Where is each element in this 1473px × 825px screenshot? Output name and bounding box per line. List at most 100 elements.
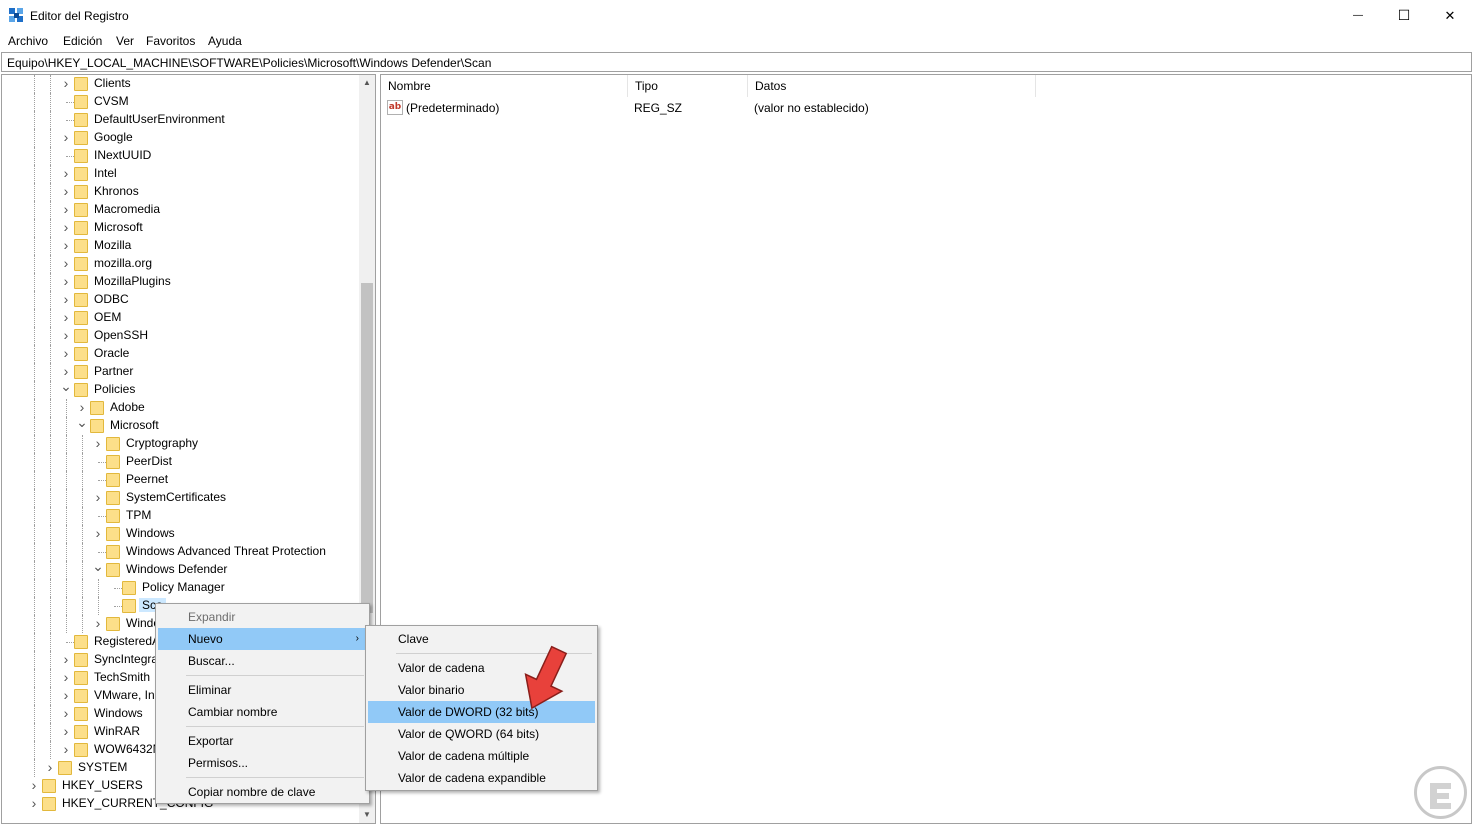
tree-item[interactable]: › Google: [2, 129, 360, 147]
chevron-right-icon[interactable]: ›: [92, 616, 104, 630]
tree-connector: [50, 75, 51, 93]
tree-connector: [34, 219, 35, 237]
tree-item[interactable]: DefaultUserEnvironment: [2, 111, 360, 129]
chevron-right-icon[interactable]: ›: [60, 328, 72, 342]
tree-item[interactable]: ⌄ Policies: [2, 379, 360, 399]
tree-item[interactable]: Peernet: [2, 471, 360, 489]
chevron-right-icon[interactable]: ›: [60, 364, 72, 378]
chevron-right-icon[interactable]: ›: [92, 526, 104, 540]
column-header-tipo[interactable]: Tipo: [628, 75, 748, 97]
folder-icon: [74, 671, 88, 685]
menu-eliminar[interactable]: Eliminar: [158, 679, 367, 701]
chevron-right-icon[interactable]: ›: [60, 166, 72, 180]
tree-connector: [98, 480, 106, 481]
tree-item[interactable]: INextUUID: [2, 147, 360, 165]
tree-item[interactable]: › Cryptography: [2, 435, 360, 453]
tree-item[interactable]: › Mozilla: [2, 237, 360, 255]
chevron-right-icon[interactable]: ›: [60, 706, 72, 720]
tree-item[interactable]: › SystemCertificates: [2, 489, 360, 507]
tree-item[interactable]: Windows Advanced Threat Protection: [2, 543, 360, 561]
tree-item[interactable]: ⌄ Windows Defender: [2, 559, 360, 579]
chevron-down-icon[interactable]: ⌄: [60, 379, 72, 396]
tree-connector: [82, 507, 83, 525]
menu-exportar[interactable]: Exportar: [158, 730, 367, 752]
tree-connector: [50, 165, 51, 183]
chevron-right-icon[interactable]: ›: [60, 688, 72, 702]
tree-item[interactable]: › Adobe: [2, 399, 360, 417]
minimize-button[interactable]: —: [1335, 0, 1381, 31]
submenu-valor-expandible[interactable]: Valor de cadena expandible: [368, 767, 595, 789]
chevron-right-icon[interactable]: ›: [92, 436, 104, 450]
chevron-right-icon[interactable]: ›: [60, 256, 72, 270]
chevron-right-icon[interactable]: ›: [60, 274, 72, 288]
chevron-right-icon[interactable]: ›: [60, 652, 72, 666]
site-watermark-logo: [1414, 766, 1467, 819]
chevron-down-icon[interactable]: ⌄: [92, 559, 104, 576]
tree-item[interactable]: PeerDist: [2, 453, 360, 471]
chevron-right-icon[interactable]: ›: [44, 760, 56, 774]
tree-item[interactable]: TPM: [2, 507, 360, 525]
tree-item[interactable]: › MozillaPlugins: [2, 273, 360, 291]
menu-edicion[interactable]: Edición: [63, 34, 102, 48]
menu-favoritos[interactable]: Favoritos: [146, 34, 195, 48]
tree-item[interactable]: › Macromedia: [2, 201, 360, 219]
column-header-datos[interactable]: Datos: [748, 75, 1036, 97]
chevron-right-icon[interactable]: ›: [60, 76, 72, 90]
tree-item[interactable]: CVSM: [2, 93, 360, 111]
chevron-right-icon[interactable]: ›: [76, 400, 88, 414]
value-name: (Predeterminado): [406, 101, 500, 115]
chevron-right-icon[interactable]: ›: [60, 346, 72, 360]
chevron-right-icon[interactable]: ›: [60, 292, 72, 306]
address-bar[interactable]: Equipo\HKEY_LOCAL_MACHINE\SOFTWARE\Polic…: [1, 52, 1472, 72]
tree-item[interactable]: › Oracle: [2, 345, 360, 363]
tree-item-label: Microsoft: [110, 418, 159, 432]
tree-item[interactable]: › Intel: [2, 165, 360, 183]
submenu-valor-qword[interactable]: Valor de QWORD (64 bits): [368, 723, 595, 745]
submenu-valor-multiple[interactable]: Valor de cadena múltiple: [368, 745, 595, 767]
chevron-right-icon[interactable]: ›: [60, 742, 72, 756]
menu-buscar[interactable]: Buscar...: [158, 650, 367, 672]
column-header-nombre[interactable]: Nombre: [381, 75, 628, 97]
chevron-right-icon[interactable]: ›: [60, 238, 72, 252]
tree-item[interactable]: › ODBC: [2, 291, 360, 309]
tree-item[interactable]: ⌄ Microsoft: [2, 415, 360, 435]
tree-item[interactable]: › Khronos: [2, 183, 360, 201]
chevron-right-icon[interactable]: ›: [60, 724, 72, 738]
tree-item[interactable]: › Clients: [2, 75, 360, 93]
scroll-down-icon[interactable]: ▼: [359, 807, 375, 823]
menu-copiar-nombre[interactable]: Copiar nombre de clave: [158, 781, 367, 803]
menu-expandir[interactable]: Expandir: [158, 606, 367, 628]
chevron-right-icon[interactable]: ›: [60, 184, 72, 198]
menu-permisos[interactable]: Permisos...: [158, 752, 367, 774]
tree-item[interactable]: Policy Manager: [2, 579, 360, 597]
tree-item[interactable]: › Partner: [2, 363, 360, 381]
chevron-right-icon[interactable]: ›: [28, 778, 40, 792]
menu-nuevo[interactable]: Nuevo ›: [158, 628, 367, 650]
tree-item[interactable]: › OEM: [2, 309, 360, 327]
chevron-right-icon[interactable]: ›: [60, 670, 72, 684]
tree-connector: [82, 435, 83, 453]
menu-cambiar-nombre[interactable]: Cambiar nombre: [158, 701, 367, 723]
menu-ver[interactable]: Ver: [116, 34, 134, 48]
tree-connector: [34, 759, 35, 777]
chevron-right-icon[interactable]: ›: [60, 130, 72, 144]
tree-item[interactable]: › OpenSSH: [2, 327, 360, 345]
menu-archivo[interactable]: Archivo: [8, 34, 48, 48]
scroll-up-icon[interactable]: ▲: [359, 75, 375, 91]
chevron-right-icon[interactable]: ›: [28, 796, 40, 810]
tree-scroll-thumb[interactable]: [361, 283, 373, 613]
close-button[interactable]: ✕: [1427, 0, 1473, 31]
chevron-down-icon[interactable]: ⌄: [76, 415, 88, 432]
tree-item[interactable]: › mozilla.org: [2, 255, 360, 273]
chevron-right-icon[interactable]: ›: [60, 202, 72, 216]
chevron-right-icon[interactable]: ›: [60, 220, 72, 234]
folder-icon: [58, 761, 72, 775]
tree-item[interactable]: › Microsoft: [2, 219, 360, 237]
menu-ayuda[interactable]: Ayuda: [208, 34, 242, 48]
maximize-button[interactable]: ☐: [1381, 0, 1427, 31]
chevron-right-icon[interactable]: ›: [92, 490, 104, 504]
tree-item[interactable]: › Windows: [2, 525, 360, 543]
chevron-right-icon[interactable]: ›: [60, 310, 72, 324]
folder-icon: [90, 401, 104, 415]
tree-connector: [34, 237, 35, 255]
